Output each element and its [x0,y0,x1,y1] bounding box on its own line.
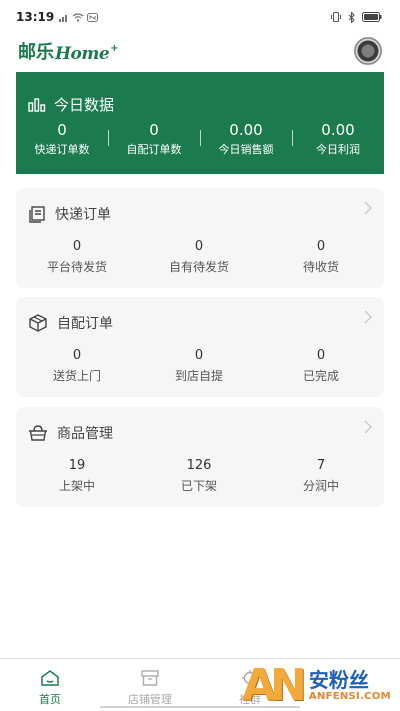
metric-label: 待收货 [302,260,339,274]
metric-label: 上架中 [58,479,95,493]
stat-label: 今日销售额 [218,143,274,156]
bluetooth-icon [348,11,355,23]
watermark-cn: 安粉丝 [308,667,369,692]
metric-label: 平台待发货 [46,260,107,274]
metric-label: 送货上门 [52,369,101,383]
metric-profit-sharing[interactable]: 7 分润中 [260,457,382,494]
metric-value: 0 [316,348,326,363]
chevron-right-icon[interactable] [364,419,372,438]
nav-label: 店铺管理 [128,693,172,706]
card-header: 自配订单 [28,313,113,333]
chevron-right-icon[interactable] [364,200,372,219]
logo-text-cn: 邮乐 [18,42,54,63]
nav-item-store[interactable]: 店铺管理 [100,659,200,711]
card-title: 快递订单 [55,207,111,223]
product-management-card[interactable]: 商品管理 19 上架中 126 已下架 7 分润中 [16,407,384,507]
metric-value: 7 [316,458,326,473]
today-stats-header: 今日数据 [28,94,114,115]
card-metrics: 0 平台待发货 0 自有待发货 0 待收货 [16,238,384,275]
stat-today-profit[interactable]: 0.00 今日利润 [292,120,384,158]
avatar[interactable] [354,37,382,65]
metric-value: 126 [186,458,212,473]
self-delivery-orders-card[interactable]: 自配订单 0 送货上门 0 到店自提 0 已完成 [16,297,384,397]
today-stats-row: 0 快递订单数 0 自配订单数 0.00 今日销售额 0.00 今日利润 [16,120,384,158]
stat-label: 自配订单数 [126,143,182,156]
watermark: AN 安粉丝 ANFENSI.COM [242,660,400,711]
battery-icon [362,12,382,22]
status-notification-icons [59,12,99,22]
watermark-en: ANFENSI.COM [308,690,391,702]
card-title: 商品管理 [57,426,113,442]
express-order-icon [29,206,45,223]
metric-off-shelf[interactable]: 126 已下架 [138,457,260,494]
wifi-icon [72,12,84,22]
nav-label: 首页 [39,693,61,706]
status-time: 13:19 [16,10,55,24]
card-title: 自配订单 [57,316,113,332]
status-bar: 13:19 [0,0,400,34]
signal-icon [59,14,68,22]
metric-label: 自有待发货 [168,260,229,274]
stat-express-orders[interactable]: 0 快递订单数 [16,120,108,158]
metric-on-shelf[interactable]: 19 上架中 [16,457,138,494]
nfc-icon [87,12,99,22]
metric-completed[interactable]: 0 已完成 [260,347,382,384]
app-logo[interactable]: 邮乐 Home + [18,38,119,64]
metric-value: 0 [194,239,204,254]
stat-value: 0 [149,121,159,139]
nav-item-home[interactable]: 首页 [0,659,100,711]
stat-value: 0.00 [321,121,355,139]
card-header: 商品管理 [28,423,113,443]
metric-value: 0 [72,239,82,254]
metric-store-pickup[interactable]: 0 到店自提 [138,347,260,384]
app-header: 邮乐 Home + [0,34,400,68]
home-icon [41,669,59,687]
box-icon [29,314,47,332]
watermark-logo: AN [242,659,307,711]
vibrate-icon [331,12,341,22]
metric-pending-receipt[interactable]: 0 待收货 [260,238,382,275]
metric-label: 已下架 [180,479,217,493]
metric-label: 分润中 [302,479,339,493]
metric-own-pending-ship[interactable]: 0 自有待发货 [138,238,260,275]
metric-home-delivery[interactable]: 0 送货上门 [16,347,138,384]
today-stats-title: 今日数据 [54,96,115,114]
card-metrics: 0 送货上门 0 到店自提 0 已完成 [16,347,384,384]
stat-value: 0.00 [229,121,263,139]
stat-value: 0 [57,121,67,139]
logo-text-en: Home [55,44,110,64]
card-header: 快递订单 [28,204,111,224]
metric-value: 19 [68,458,86,473]
metric-value: 0 [72,348,82,363]
card-metrics: 19 上架中 126 已下架 7 分润中 [16,457,384,494]
stat-label: 今日利润 [316,143,360,156]
watermark-text: 安粉丝 ANFENSI.COM [309,669,391,703]
metric-value: 0 [316,239,326,254]
metric-label: 已完成 [302,369,339,383]
stat-today-sales[interactable]: 0.00 今日销售额 [200,120,292,158]
stat-label: 快递订单数 [34,143,90,156]
bar-chart-icon [28,97,46,112]
store-icon [141,669,159,687]
basket-icon [29,425,47,441]
metric-value: 0 [194,348,204,363]
logo-plus: + [110,43,119,54]
chevron-right-icon[interactable] [364,309,372,328]
today-stats-panel: 今日数据 0 快递订单数 0 自配订单数 0.00 今日销售额 0.00 今日利… [16,72,384,174]
stat-self-delivery-orders[interactable]: 0 自配订单数 [108,120,200,158]
status-left: 13:19 [16,10,99,24]
express-orders-card[interactable]: 快递订单 0 平台待发货 0 自有待发货 0 待收货 [16,188,384,288]
status-right [330,11,382,23]
metric-label: 到店自提 [174,369,223,383]
metric-platform-pending-ship[interactable]: 0 平台待发货 [16,238,138,275]
